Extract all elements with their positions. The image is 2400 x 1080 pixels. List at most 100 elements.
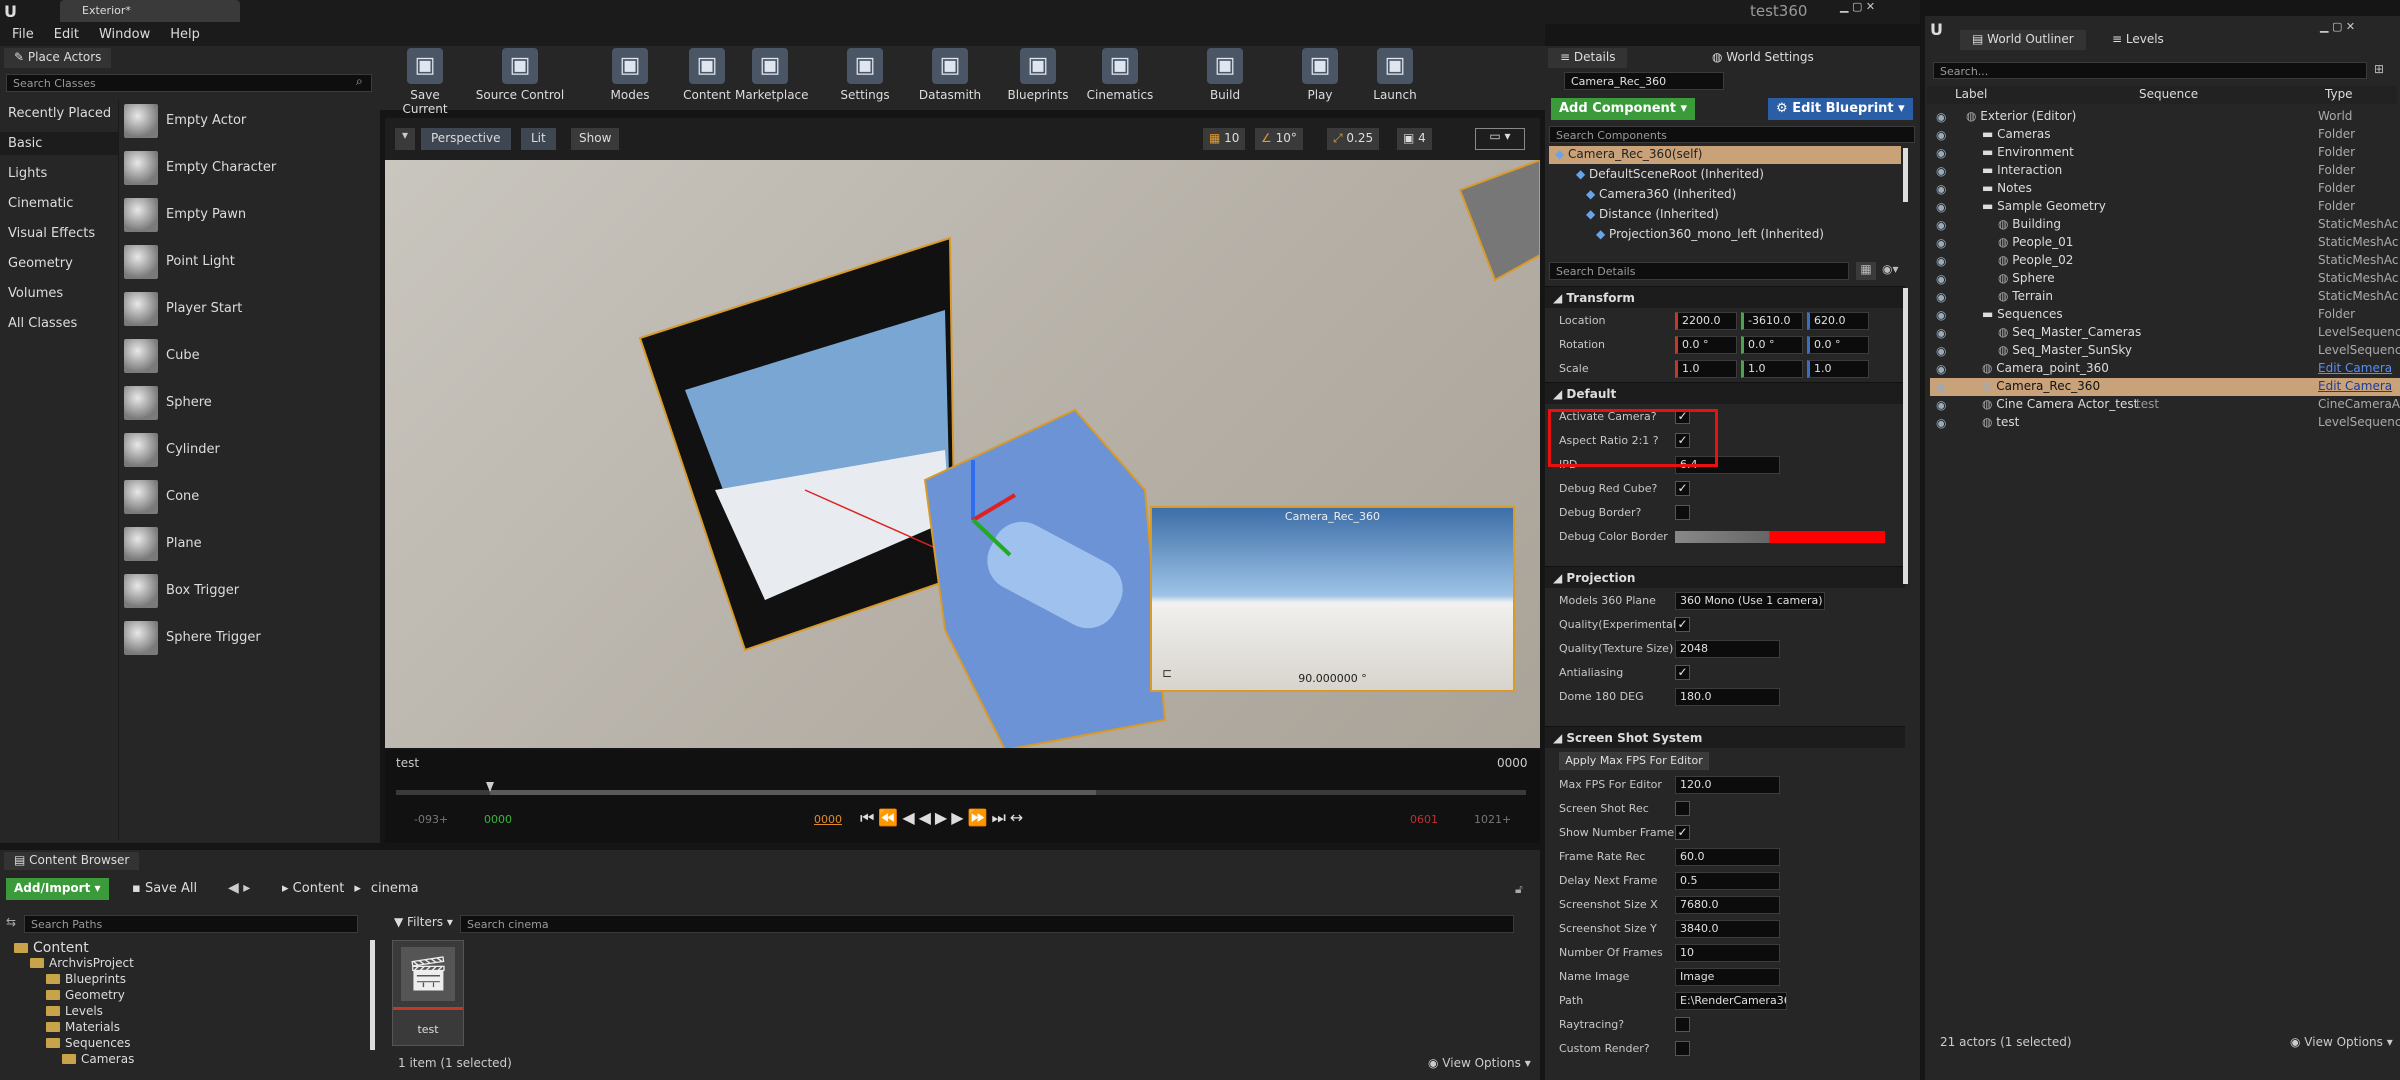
column-type[interactable]: Type [2325, 87, 2353, 101]
playback-controls[interactable]: ⏮⏪◀◀▶▶⏩⏭↔ [860, 808, 1027, 828]
prop-value[interactable]: Image [1675, 968, 1780, 986]
actor-sphere-trigger[interactable]: Sphere Trigger [120, 617, 380, 661]
save-all-button[interactable]: ▪ Save All [132, 881, 197, 896]
search-components-input[interactable]: Search Components [1549, 126, 1915, 143]
visibility-eye-icon[interactable]: ◉ [1936, 110, 1950, 124]
levels-tab[interactable]: ≡ Levels [2100, 30, 2176, 50]
outliner-row[interactable]: ◉ ▬ Notes Folder [1930, 180, 2400, 198]
details-tab[interactable]: ≡ Details [1548, 48, 1628, 68]
outliner-row[interactable]: ◉ ◍ Seq_Master_SunSky LevelSequenc [1930, 342, 2400, 360]
preview-pin-icon[interactable]: ⊏ [1162, 666, 1172, 680]
outliner-row[interactable]: ◉ ◍ Seq_Master_Cameras LevelSequenc [1930, 324, 2400, 342]
viewport[interactable]: ▾ Perspective Lit Show ▦ 10 ∠ 10° ⤢ 0.25… [385, 118, 1540, 748]
visibility-eye-icon[interactable]: ◉ [1936, 182, 1950, 196]
tree-folder-cameras[interactable]: Cameras [62, 1052, 134, 1066]
tree-folder-archvisproject[interactable]: ArchvisProject [30, 956, 134, 970]
prop-value[interactable]: 3840.0 [1675, 920, 1780, 938]
actor-empty-pawn[interactable]: Empty Pawn [120, 194, 380, 238]
location-y[interactable]: -3610.0 [1741, 312, 1803, 330]
components-scrollbar[interactable] [1903, 148, 1908, 202]
checkbox[interactable]: ✓ [1675, 825, 1690, 840]
prop-value[interactable]: 0.5 [1675, 872, 1780, 890]
filters-button[interactable]: ▼ Filters ▾ [394, 915, 453, 929]
rotation-snap[interactable]: ∠ 10° [1255, 128, 1303, 150]
world-settings-tab[interactable]: ◍ World Settings [1700, 48, 1826, 68]
scale-snap[interactable]: ⤢ 0.25 [1327, 128, 1380, 150]
tree-folder-content[interactable]: Content [14, 940, 89, 956]
component-2[interactable]: ◆ Camera360 (Inherited) [1580, 186, 1742, 204]
outliner-row[interactable]: ◉ ▬ Environment Folder [1930, 144, 2400, 162]
timeline-track[interactable] [396, 790, 1526, 795]
outliner-type[interactable]: Edit Camera [2318, 361, 2400, 375]
checkbox[interactable] [1675, 505, 1690, 520]
camera-speed[interactable]: ▣ 4 [1397, 128, 1432, 150]
prop-value[interactable]: E:\RenderCamera360 [1675, 992, 1787, 1010]
tree-folder-sequences[interactable]: Sequences [46, 1036, 130, 1050]
details-scrollbar[interactable] [1903, 288, 1908, 584]
breadcrumb-cinema[interactable]: cinema [371, 881, 419, 896]
outliner-row[interactable]: ◉ ◍ Sphere StaticMeshAc [1930, 270, 2400, 288]
tree-folder-blueprints[interactable]: Blueprints [46, 972, 126, 986]
menu-help[interactable]: Help [170, 27, 200, 42]
layout-icon[interactable]: ▭ ▾ [1475, 128, 1525, 150]
outliner-row[interactable]: ◉ ◍ Camera_point_360 Edit Camera [1930, 360, 2400, 378]
scale-y[interactable]: 1.0 [1741, 360, 1803, 378]
edit-blueprint-button[interactable]: ⚙ Edit Blueprint ▾ [1768, 98, 1913, 120]
actor-cone[interactable]: Cone [120, 476, 380, 520]
visibility-eye-icon[interactable]: ◉ [1936, 218, 1950, 232]
visibility-eye-icon[interactable]: ◉ [1936, 362, 1950, 376]
tree-folder-geometry[interactable]: Geometry [46, 988, 125, 1002]
scale-x[interactable]: 1.0 [1675, 360, 1737, 378]
outliner-window-controls[interactable]: ▁ ▢ ✕ [2320, 20, 2355, 33]
outliner-row[interactable]: ◉ ◍ People_02 StaticMeshAc [1930, 252, 2400, 270]
viewport-menu-button[interactable]: ▾ [395, 128, 415, 150]
asset-tile[interactable]: 🎬︎ test [392, 940, 464, 1046]
search-classes-input[interactable]: Search Classes [6, 74, 372, 92]
start-outer[interactable]: -093+ [414, 813, 448, 826]
outliner-row[interactable]: ◉ ◍ Cine Camera Actor_test test CineCameraA [1930, 396, 2400, 414]
datasmith-button[interactable]: ▣ Datasmith [915, 48, 985, 108]
tree-folder-levels[interactable]: Levels [46, 1004, 103, 1018]
rotation-y[interactable]: 0.0 ° [1741, 336, 1803, 354]
content-browser-tab[interactable]: ▤ Content Browser [4, 852, 140, 870]
search-cinema-input[interactable]: Search cinema [460, 915, 1514, 933]
visibility-eye-icon[interactable]: ◉ [1936, 416, 1950, 430]
outliner-row[interactable]: ◉ ▬ Interaction Folder [1930, 162, 2400, 180]
view-options-button[interactable]: ◉ View Options ▾ [1428, 1056, 1531, 1070]
lit-button[interactable]: Lit [521, 128, 556, 150]
checkbox[interactable]: ✓ [1675, 481, 1690, 496]
prop-value[interactable]: 60.0 [1675, 848, 1780, 866]
checkbox[interactable] [1675, 1017, 1690, 1032]
add-import-button[interactable]: Add/Import ▾ [6, 878, 109, 900]
section-default[interactable]: ◢ Default [1545, 382, 1905, 404]
actor-empty-actor[interactable]: Empty Actor [120, 100, 380, 144]
visibility-eye-icon[interactable]: ◉ [1936, 308, 1950, 322]
prop-value[interactable]: 360 Mono (Use 1 camera) [1675, 592, 1825, 610]
grid-snap[interactable]: ▦ 10 [1203, 128, 1246, 150]
search-details-input[interactable]: Search Details [1549, 262, 1849, 280]
prop-value[interactable]: 120.0 [1675, 776, 1780, 794]
play-button[interactable]: ▣ Play [1285, 48, 1355, 108]
color-swatch[interactable] [1675, 531, 1885, 543]
outliner-row[interactable]: ◉ ◍ test LevelSequenc [1930, 414, 2400, 432]
visibility-eye-icon[interactable]: ◉ [1936, 200, 1950, 214]
blueprints-button[interactable]: ▣ Blueprints [1003, 48, 1073, 108]
visibility-eye-icon[interactable]: ◉ [1936, 164, 1950, 178]
outliner-row[interactable]: ◉ ▬ Cameras Folder [1930, 126, 2400, 144]
paths-toggle-icon[interactable]: ⇆ [6, 915, 16, 929]
visibility-eye-icon[interactable]: ◉ [1936, 326, 1950, 340]
outliner-view-options[interactable]: ◉ View Options ▾ [2290, 1035, 2393, 1049]
actor-player-start[interactable]: Player Start [120, 288, 380, 332]
rotation-z[interactable]: 0.0 ° [1807, 336, 1869, 354]
checkbox[interactable]: ✓ [1675, 665, 1690, 680]
outliner-type[interactable]: Edit Camera [2318, 379, 2400, 393]
source-control-button[interactable]: ▣ Source Control [470, 48, 570, 108]
checkbox[interactable] [1675, 801, 1690, 816]
actor-empty-character[interactable]: Empty Character [120, 147, 380, 191]
prop-value[interactable]: 180.0 [1675, 688, 1780, 706]
visibility-eye-icon[interactable]: ◉ [1936, 128, 1950, 142]
current-frame[interactable]: 0000 [814, 813, 842, 826]
content-button[interactable]: ▣ Content [672, 48, 742, 108]
window-controls[interactable]: ▁ ▢ ✕ [1840, 0, 1920, 16]
section-projection[interactable]: ◢ Projection [1545, 566, 1905, 588]
